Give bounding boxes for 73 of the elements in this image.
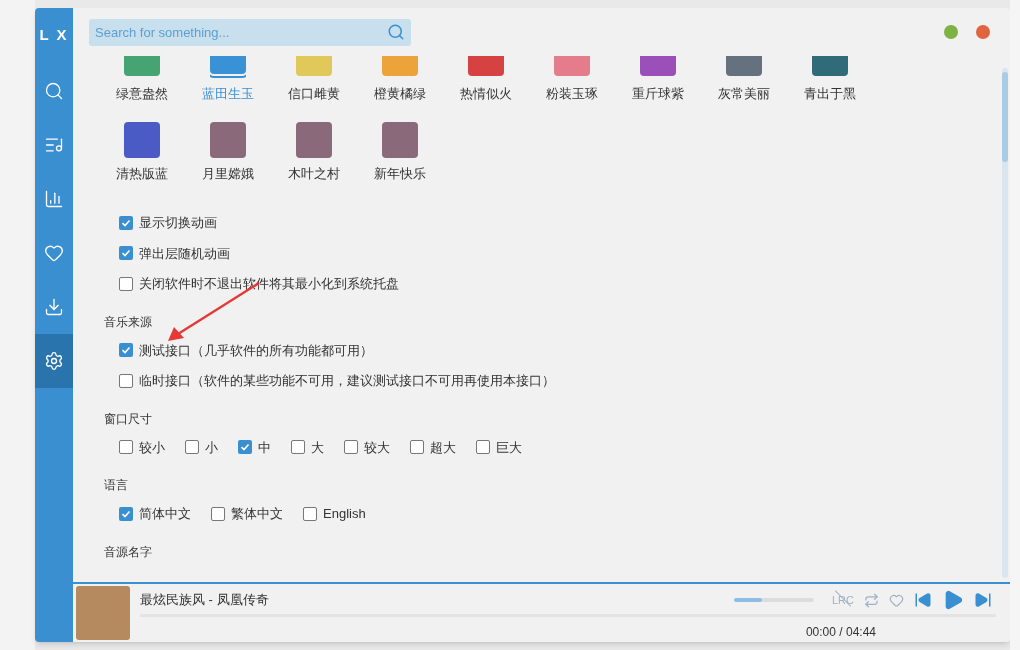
checkbox-option[interactable]: 大: [291, 437, 324, 457]
playback-time: 00:00 / 04:44: [805, 624, 876, 641]
checkbox-option[interactable]: 较小: [119, 437, 165, 457]
theme-label: 青出于黑: [804, 85, 856, 103]
checkbox-option[interactable]: 小: [185, 437, 218, 457]
repeat-icon[interactable]: [864, 592, 879, 608]
checkbox-option[interactable]: 弹出层随机动画: [119, 243, 1002, 263]
theme-label: 蓝田生玉: [202, 85, 254, 103]
checkbox-option[interactable]: English: [303, 504, 366, 524]
scrollbar[interactable]: [1002, 68, 1008, 578]
section-heading: 语言: [104, 477, 129, 493]
theme-option[interactable]: 绿意盎然: [99, 56, 185, 104]
theme-label: 木叶之村: [288, 164, 340, 183]
theme-option[interactable]: 灰常美丽: [701, 56, 787, 104]
theme-option[interactable]: 热情似火: [443, 56, 529, 104]
theme-label: 灰常美丽: [718, 85, 770, 103]
theme-label: 新年快乐: [374, 164, 426, 183]
search-icon: [387, 22, 405, 41]
theme-option[interactable]: 信口雌黄: [271, 56, 357, 104]
song-title: 最炫民族风 - 凤凰传奇: [140, 591, 269, 610]
photo-placeholder: [382, 121, 418, 158]
check-icon: [240, 442, 250, 453]
chart-icon: [44, 189, 64, 209]
section-heading: 音源名字: [104, 543, 153, 560]
volume-slider[interactable]: [734, 598, 814, 602]
search-icon: [44, 81, 64, 101]
theme-label: 重斤球紫: [632, 85, 684, 103]
next-icon[interactable]: [974, 591, 992, 609]
heart-icon: [44, 243, 64, 263]
checkbox-option[interactable]: 中: [238, 437, 271, 457]
window-control-button[interactable]: [976, 25, 990, 39]
checkbox-option[interactable]: 测试接口（几乎软件的所有功能都可用）: [119, 340, 373, 360]
section-heading: 窗口尺寸: [104, 410, 153, 427]
check-icon: [121, 345, 131, 356]
theme-option[interactable]: 月里嫦娥: [185, 117, 271, 183]
photo-placeholder: [296, 121, 332, 158]
theme-label: 热情似火: [460, 85, 512, 103]
theme-option[interactable]: 橙黄橘绿: [357, 56, 443, 104]
settings-icon: [44, 351, 64, 371]
previous-icon[interactable]: [914, 591, 932, 609]
checkbox-option[interactable]: 较大: [344, 437, 390, 457]
settings-nav-button[interactable]: [35, 334, 73, 388]
theme-option[interactable]: 重斤球紫: [615, 56, 701, 104]
theme-label: 绿意盎然: [116, 85, 168, 103]
checkbox-option[interactable]: 繁体中文: [211, 504, 283, 524]
theme-label: 清热版蓝: [116, 164, 168, 183]
theme-option[interactable]: 清热版蓝: [99, 117, 185, 183]
theme-option[interactable]: 新年快乐: [357, 117, 443, 183]
checkbox-option[interactable]: 超大: [410, 437, 456, 457]
checkbox-option[interactable]: 巨大: [476, 437, 522, 457]
theme-option[interactable]: 木叶之村: [271, 117, 357, 183]
check-icon: [121, 248, 131, 259]
heart-icon[interactable]: [889, 592, 904, 608]
download-icon: [44, 297, 64, 317]
checkbox-option[interactable]: 显示切换动画: [119, 213, 1002, 233]
check-icon: [121, 217, 131, 228]
checkbox-option[interactable]: 临时接口（软件的某些功能不可用，建议测试接口不可用再使用本接口）: [119, 371, 555, 391]
search-field[interactable]: Search for something...: [89, 18, 411, 46]
theme-label: 信口雌黄: [288, 85, 340, 103]
section-heading: 音乐来源: [104, 313, 153, 330]
checkbox-option[interactable]: 关闭软件时不退出软件将其最小化到系统托盘: [119, 274, 1002, 294]
app-logo: L X: [39, 25, 69, 42]
theme-label: 橙黄橘绿: [374, 85, 426, 103]
theme-label: 粉装玉琢: [546, 85, 598, 103]
checkbox-option[interactable]: 简体中文: [119, 504, 191, 524]
theme-option[interactable]: 粉装玉琢: [529, 56, 615, 104]
photo-placeholder: [210, 121, 246, 158]
theme-label: 月里嫦娥: [202, 164, 254, 183]
photo-placeholder: [76, 586, 130, 640]
theme-option[interactable]: 青出于黑: [787, 56, 873, 104]
window-control-button[interactable]: [944, 25, 958, 39]
color-swatch: [124, 121, 160, 158]
check-icon: [121, 508, 131, 519]
